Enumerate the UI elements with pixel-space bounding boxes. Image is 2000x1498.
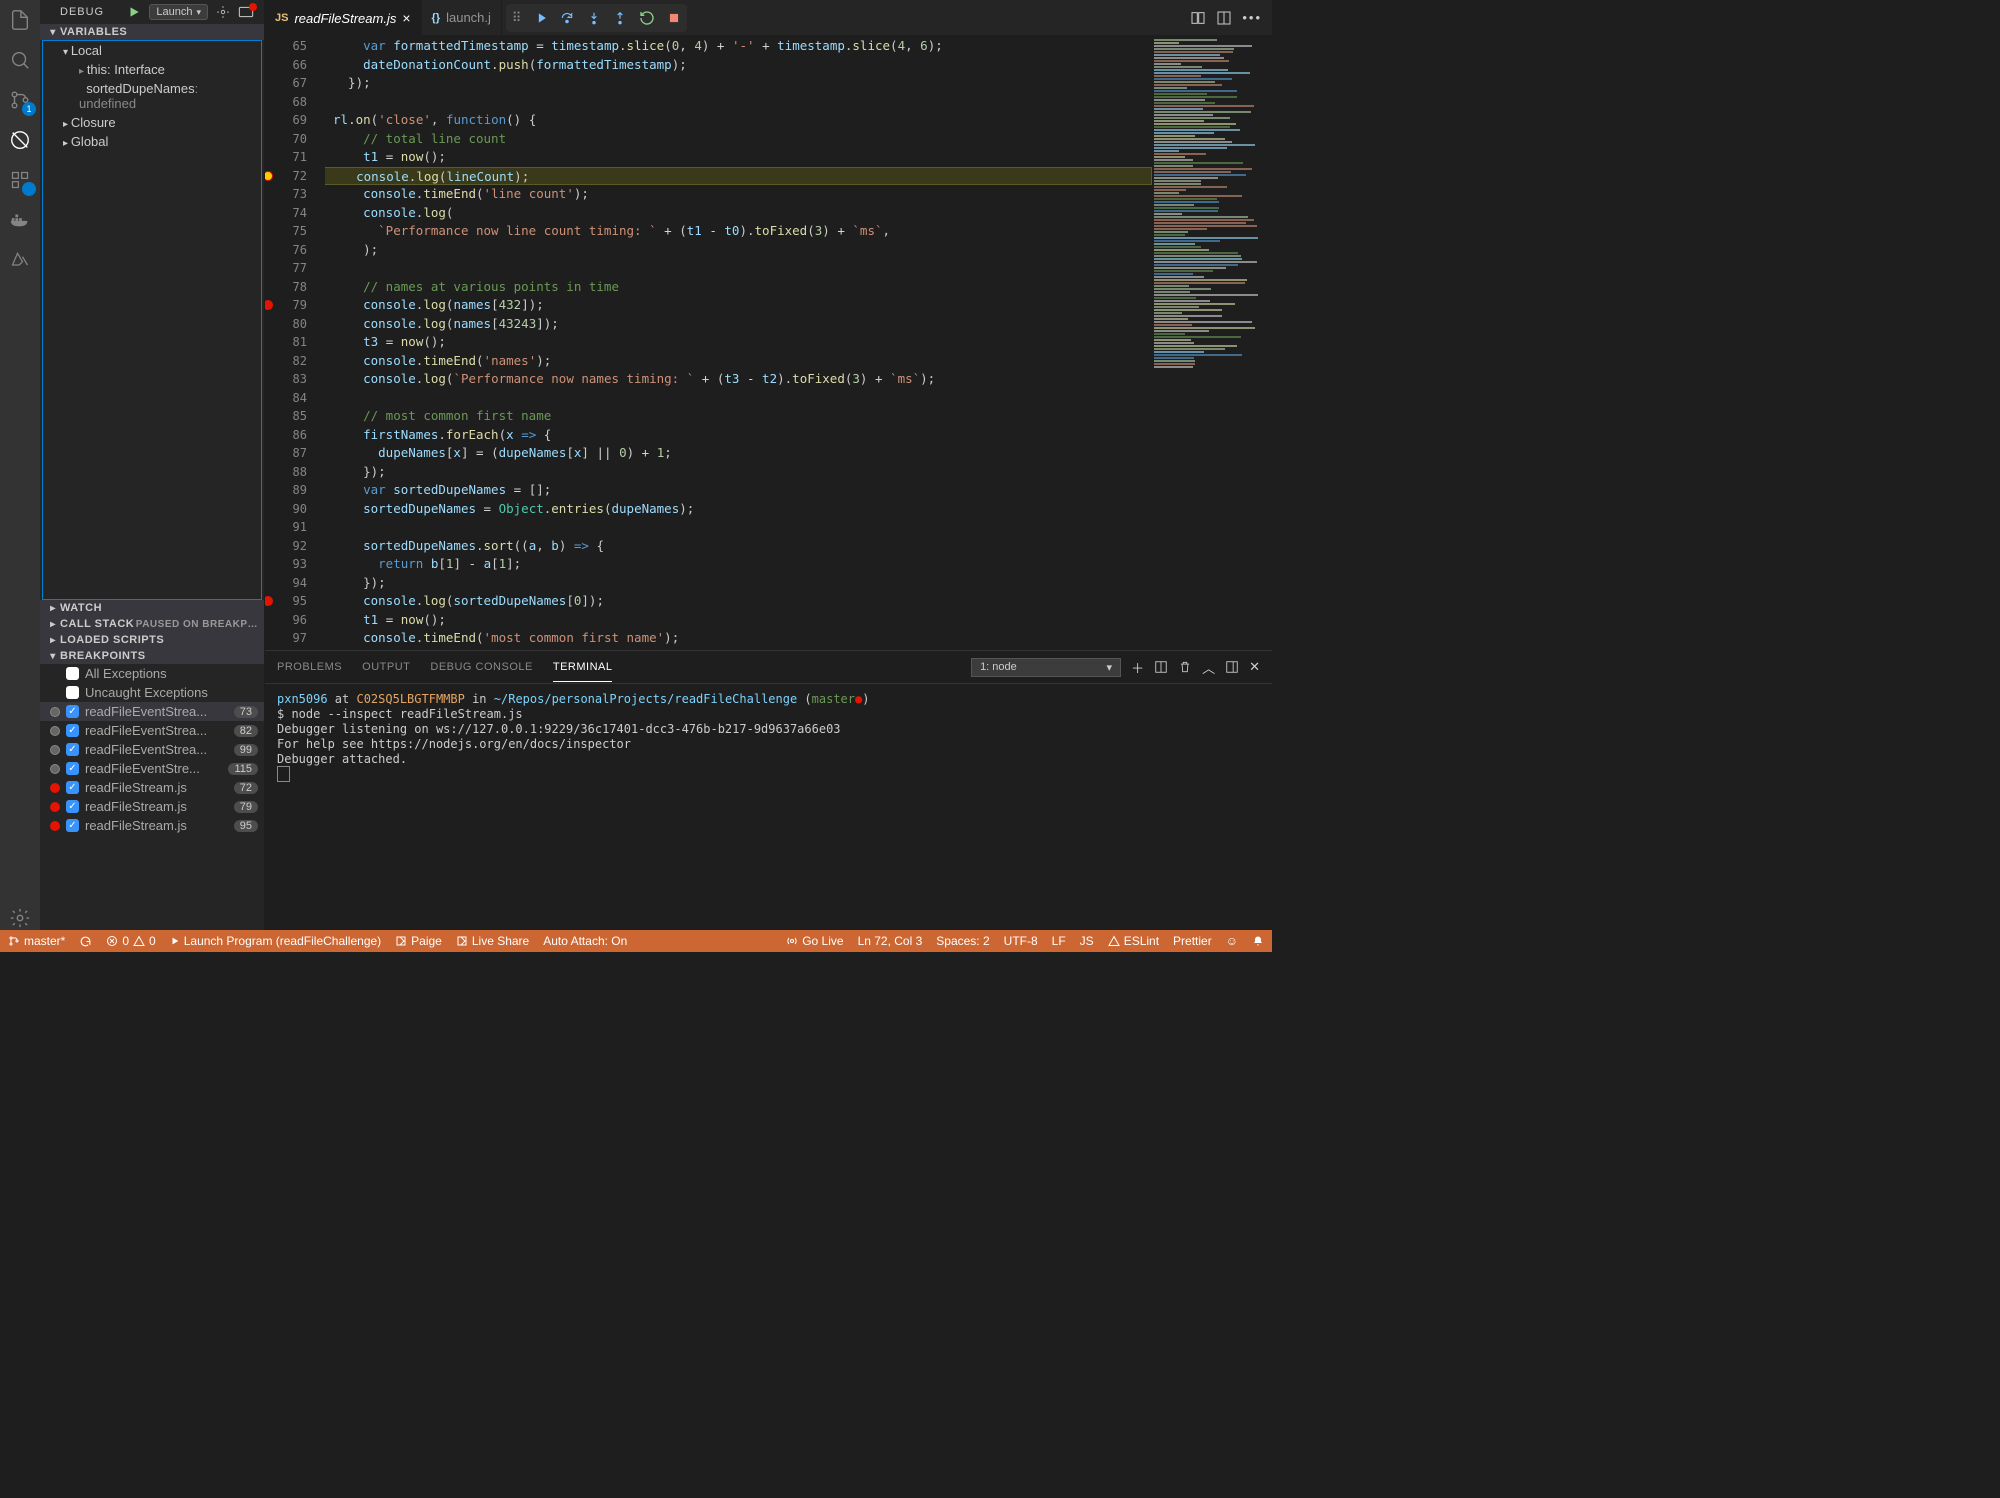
breakpoint-item[interactable]: ✓readFileEventStrea...82 [40,721,264,740]
callstack-header[interactable]: ▸CALL STACKPAUSED ON BREAKP… [40,616,264,632]
split-terminal-icon[interactable] [1154,660,1168,674]
terminal-select[interactable]: 1: node▾ [971,658,1121,677]
status-feedback-icon[interactable]: ☺ [1226,934,1238,948]
breakpoint-item[interactable]: ✓readFileEventStrea...73 [40,702,264,721]
breakpoint-item[interactable]: ✓readFileStream.js79 [40,797,264,816]
code-editor[interactable]: 6566676869707172737475767778798081828384… [265,35,1272,650]
status-eslint[interactable]: ESLint [1108,934,1159,948]
step-over-icon[interactable] [559,11,575,25]
chevron-up-icon[interactable]: ︿ [1202,658,1215,677]
split-editor-icon[interactable] [1216,10,1232,26]
debug-sidebar: DEBUG Launch▾ ▾VARIABLES ▾ Local ▸ this:… [40,0,265,930]
status-paige[interactable]: Paige [395,934,442,948]
new-terminal-icon[interactable]: ＋ [1131,658,1144,677]
breakpoint-item[interactable]: ✓readFileStream.js95 [40,816,264,835]
editor-tab[interactable]: JSreadFileStream.js× [265,0,422,35]
start-debug-icon[interactable] [127,5,141,19]
status-autoattach[interactable]: Auto Attach: On [543,934,627,948]
extensions-icon[interactable] [8,168,32,192]
close-panel-icon[interactable]: ✕ [1249,659,1260,675]
status-encoding[interactable]: UTF-8 [1004,934,1038,948]
docker-icon[interactable] [8,208,32,232]
tab-bar: JSreadFileStream.js×{}launch.j ⠿ ••• [265,0,1272,35]
activity-bar: 1 [0,0,40,930]
status-bell-icon[interactable] [1252,935,1264,947]
var-sorted[interactable]: sortedDupeNames: undefined [43,79,261,113]
minimap[interactable] [1152,35,1272,650]
breakpoints-list: All Exceptions Uncaught Exceptions ✓read… [40,664,264,835]
step-out-icon[interactable] [613,10,627,26]
tab-terminal[interactable]: TERMINAL [553,653,613,682]
liveshare-icon[interactable] [8,248,32,272]
gear-icon[interactable] [216,5,230,19]
variables-header[interactable]: ▾VARIABLES [40,24,264,40]
bp-config-icon[interactable] [238,6,254,18]
restart-icon[interactable] [639,10,655,26]
breakpoint-item[interactable]: ✓readFileStream.js72 [40,778,264,797]
status-liveshare[interactable]: Live Share [456,934,529,948]
step-into-icon[interactable] [587,10,601,26]
tab-debug-console[interactable]: DEBUG CONSOLE [430,653,532,681]
more-icon[interactable]: ••• [1242,10,1262,25]
watch-header[interactable]: ▸WATCH [40,600,264,616]
bp-uncaught-exceptions[interactable]: Uncaught Exceptions [40,683,264,702]
files-icon[interactable] [8,8,32,32]
debug-toolbar: ⠿ [506,4,688,32]
close-tab-icon[interactable]: × [402,10,410,26]
status-golive[interactable]: Go Live [786,934,843,948]
status-bar: master* 0 0 Launch Program (readFileChal… [0,930,1272,952]
status-eol[interactable]: LF [1052,934,1066,948]
var-this[interactable]: ▸ this: Interface [43,60,261,79]
scm-badge: 1 [22,102,36,116]
drag-handle-icon[interactable]: ⠿ [512,10,522,26]
tab-problems[interactable]: PROBLEMS [277,653,342,681]
bp-all-exceptions[interactable]: All Exceptions [40,664,264,683]
settings-gear-icon[interactable] [8,906,32,930]
breakpoints-header[interactable]: ▾BREAKPOINTS [40,648,264,664]
sidebar-title: DEBUG [50,6,114,18]
status-errors[interactable]: 0 0 [106,934,155,948]
status-branch[interactable]: master* [8,934,65,948]
tab-output[interactable]: OUTPUT [362,653,410,681]
bottom-panel: PROBLEMS OUTPUT DEBUG CONSOLE TERMINAL 1… [265,650,1272,930]
status-launch[interactable]: Launch Program (readFileChallenge) [170,934,381,948]
loaded-scripts-header[interactable]: ▸LOADED SCRIPTS [40,632,264,648]
scope-global[interactable]: ▸ Global [43,132,261,151]
status-prettier[interactable]: Prettier [1173,934,1212,948]
continue-icon[interactable] [533,11,547,25]
status-spaces[interactable]: Spaces: 2 [936,934,989,948]
editor-tab[interactable]: {}launch.j [422,0,502,35]
compare-icon[interactable] [1190,10,1206,26]
status-sync[interactable] [79,935,92,948]
status-position[interactable]: Ln 72, Col 3 [858,934,923,948]
trash-icon[interactable] [1178,660,1192,674]
terminal-output[interactable]: pxn5096 at C02SQ5LBGTFMMBP in ~/Repos/pe… [265,684,1272,930]
status-lang[interactable]: JS [1080,934,1094,948]
scope-closure[interactable]: ▸ Closure [43,113,261,132]
variables-panel: ▾ Local ▸ this: Interface sortedDupeName… [42,40,262,600]
ext-badge [22,182,36,196]
editor-area: JSreadFileStream.js×{}launch.j ⠿ ••• 656… [265,0,1272,930]
debug-icon[interactable] [8,128,32,152]
breakpoint-item[interactable]: ✓readFileEventStre...115 [40,759,264,778]
scope-local[interactable]: ▾ Local [43,41,261,60]
stop-icon[interactable] [667,11,681,25]
source-control-icon[interactable]: 1 [8,88,32,112]
search-icon[interactable] [8,48,32,72]
launch-config-select[interactable]: Launch▾ [149,4,208,20]
maximize-panel-icon[interactable] [1225,660,1239,674]
breakpoint-item[interactable]: ✓readFileEventStrea...99 [40,740,264,759]
